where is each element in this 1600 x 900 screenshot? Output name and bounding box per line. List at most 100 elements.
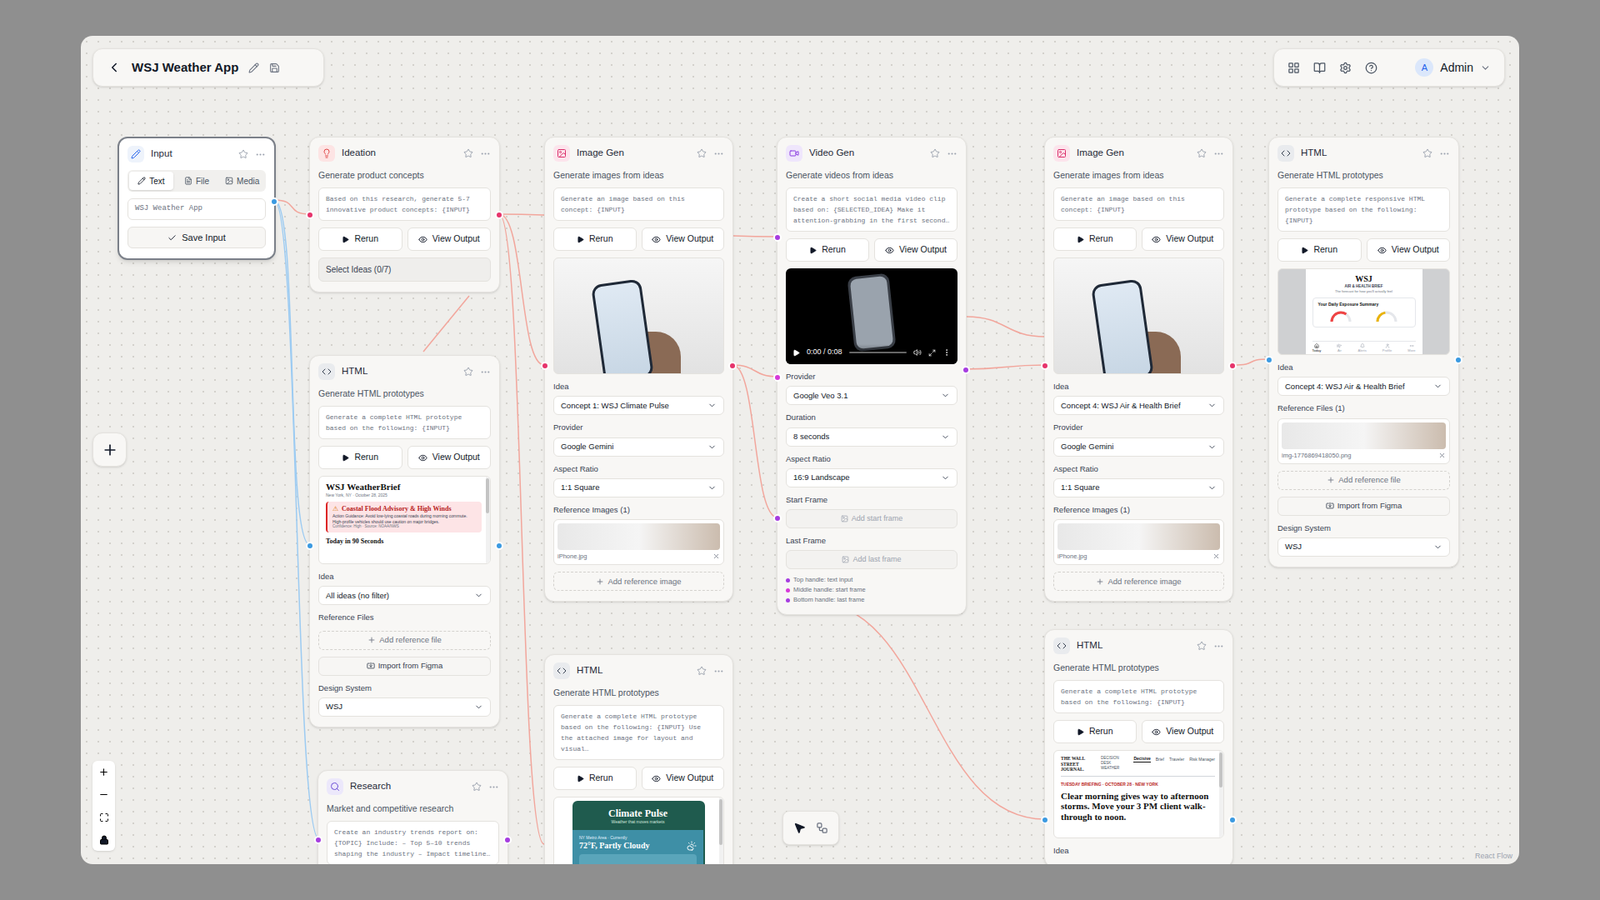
node-header[interactable]: Ideation <box>310 137 500 170</box>
connection-handle[interactable] <box>495 541 504 550</box>
add-reference-button[interactable]: Add reference image <box>553 571 725 591</box>
connection-handle[interactable] <box>773 233 782 242</box>
more-icon[interactable] <box>255 149 266 160</box>
connection-handle[interactable] <box>305 210 315 220</box>
user-menu[interactable]: AAdmin <box>1415 58 1491 77</box>
select-box[interactable]: All ideas (no filter) <box>318 585 491 605</box>
more-icon[interactable] <box>713 665 725 677</box>
zoom-out-button[interactable] <box>92 783 115 806</box>
html-preview[interactable]: WSJ WeatherBriefNew York, NY · October 2… <box>318 475 491 565</box>
star-icon[interactable] <box>1422 148 1433 159</box>
view-output-button[interactable]: View Output <box>874 238 958 262</box>
pointer-icon[interactable] <box>793 821 806 835</box>
select-box[interactable]: Concept 4: WSJ Air & Health Brief <box>1053 395 1225 415</box>
remove-icon[interactable] <box>1212 552 1220 560</box>
add-node-button[interactable] <box>92 432 127 467</box>
lock-button[interactable] <box>92 828 115 851</box>
select-box[interactable]: Concept 1: WSJ Climate Pulse <box>553 395 725 415</box>
more-icon[interactable] <box>942 348 951 357</box>
grid-icon[interactable] <box>1287 61 1300 75</box>
add-frame-button[interactable]: Add last frame <box>785 550 958 570</box>
node-header[interactable]: Research <box>318 770 508 803</box>
edge-line[interactable] <box>499 214 545 365</box>
rerun-button[interactable]: Rerun <box>318 445 403 470</box>
view-output-button[interactable]: View Output <box>1141 720 1225 744</box>
play-icon[interactable] <box>792 349 800 357</box>
connection-handle[interactable] <box>1454 355 1463 365</box>
more-icon[interactable] <box>1439 148 1450 160</box>
gear-icon[interactable] <box>1339 61 1352 75</box>
connection-handle[interactable] <box>495 210 504 220</box>
star-icon[interactable] <box>1196 148 1207 159</box>
video-node[interactable]: Video GenGenerate videos from ideasCreat… <box>776 136 967 615</box>
html-node[interactable]: HTMLGenerate HTML prototypesGenerate a c… <box>1268 136 1460 568</box>
rerun-button[interactable]: Rerun <box>553 766 637 790</box>
image-node[interactable]: Image GenGenerate images from ideasGener… <box>544 136 734 602</box>
edge-line[interactable] <box>499 214 545 845</box>
volume-icon[interactable] <box>913 348 922 357</box>
preview-nav-item[interactable]: Today <box>1312 343 1322 353</box>
node-header[interactable]: Video Gen <box>777 137 966 170</box>
connection-handle[interactable] <box>1228 815 1237 825</box>
rerun-button[interactable]: Rerun <box>785 238 870 262</box>
preview-nav-item[interactable]: Decisive <box>1133 755 1150 763</box>
view-output-button[interactable]: View Output <box>641 227 725 251</box>
reference-thumbnail[interactable]: iPhone.jpg <box>1053 519 1225 565</box>
node-header[interactable]: Input <box>119 138 275 170</box>
rerun-button[interactable]: Rerun <box>1053 227 1137 251</box>
prompt-field[interactable]: Generate an image based on this concept:… <box>1053 187 1225 221</box>
research-node[interactable]: ResearchMarket and competitive researchC… <box>317 770 509 865</box>
input-tab[interactable]: Text <box>129 171 174 190</box>
connection-handle[interactable] <box>1040 815 1050 825</box>
select-box[interactable]: Concept 4: WSJ Air & Health Brief <box>1277 376 1450 396</box>
add-reference-button[interactable]: Add reference file <box>1277 470 1450 490</box>
preview-nav-item[interactable]: Profile <box>1382 343 1392 353</box>
video-progress[interactable] <box>849 351 907 354</box>
rerun-button[interactable]: Rerun <box>318 227 403 251</box>
back-icon[interactable] <box>106 60 122 75</box>
connection-handle[interactable] <box>1265 355 1274 365</box>
node-header[interactable]: HTML <box>545 655 733 687</box>
select-box[interactable]: Google Veo 3.1 <box>785 385 958 405</box>
edge-line[interactable] <box>423 295 470 352</box>
rename-icon[interactable] <box>248 62 260 74</box>
star-icon[interactable] <box>1196 640 1207 651</box>
preview-scrollbar[interactable] <box>485 476 490 564</box>
remove-icon[interactable] <box>1438 451 1446 460</box>
input-tab[interactable]: File <box>175 171 220 190</box>
help-icon[interactable] <box>1365 61 1378 75</box>
more-icon[interactable] <box>946 148 958 160</box>
more-icon[interactable] <box>488 781 500 793</box>
node-header[interactable]: HTML <box>310 355 500 388</box>
view-output-button[interactable]: View Output <box>641 766 725 790</box>
reference-thumbnail[interactable]: img-1776869418050.png <box>1277 418 1450 465</box>
image-node[interactable]: Image GenGenerate images from ideasGener… <box>1044 136 1234 602</box>
rerun-button[interactable]: Rerun <box>553 227 637 251</box>
preview-scrollbar[interactable] <box>1219 750 1224 838</box>
prompt-field[interactable]: Generate an image based on this concept:… <box>553 187 725 221</box>
fit-view-button[interactable] <box>92 805 115 829</box>
node-header[interactable]: Image Gen <box>1045 137 1233 170</box>
star-icon[interactable] <box>471 781 482 792</box>
star-icon[interactable] <box>930 148 940 159</box>
edge-line[interactable] <box>965 365 1045 370</box>
html-node[interactable]: HTMLGenerate HTML prototypesGenerate a c… <box>1044 629 1234 865</box>
html-preview[interactable]: THE WALL STREET JOURNAL.DECISION DESK WE… <box>1053 750 1225 839</box>
connection-handle[interactable] <box>773 514 782 523</box>
prompt-field[interactable]: Generate a complete HTML prototype based… <box>553 705 725 760</box>
rerun-button[interactable]: Rerun <box>1277 238 1362 262</box>
more-icon[interactable] <box>480 148 491 160</box>
select-box[interactable]: WSJ <box>318 697 491 717</box>
flow-canvas[interactable]: InputTextFileMediaWSJ Weather AppSave In… <box>80 35 1520 865</box>
more-icon[interactable] <box>480 366 491 378</box>
preview-nav-item[interactable]: Traveler <box>1169 756 1185 763</box>
fullscreen-icon[interactable] <box>928 349 936 357</box>
star-icon[interactable] <box>238 149 249 160</box>
input-tab[interactable]: Media <box>220 171 265 190</box>
edge-line[interactable] <box>966 316 1045 337</box>
select-box[interactable]: Google Gemini <box>553 437 725 457</box>
more-icon[interactable] <box>713 148 725 160</box>
preview-nav-item[interactable]: Alerts <box>1357 343 1366 353</box>
remove-icon[interactable] <box>712 552 720 560</box>
input-node[interactable]: InputTextFileMediaWSJ Weather AppSave In… <box>117 136 276 260</box>
